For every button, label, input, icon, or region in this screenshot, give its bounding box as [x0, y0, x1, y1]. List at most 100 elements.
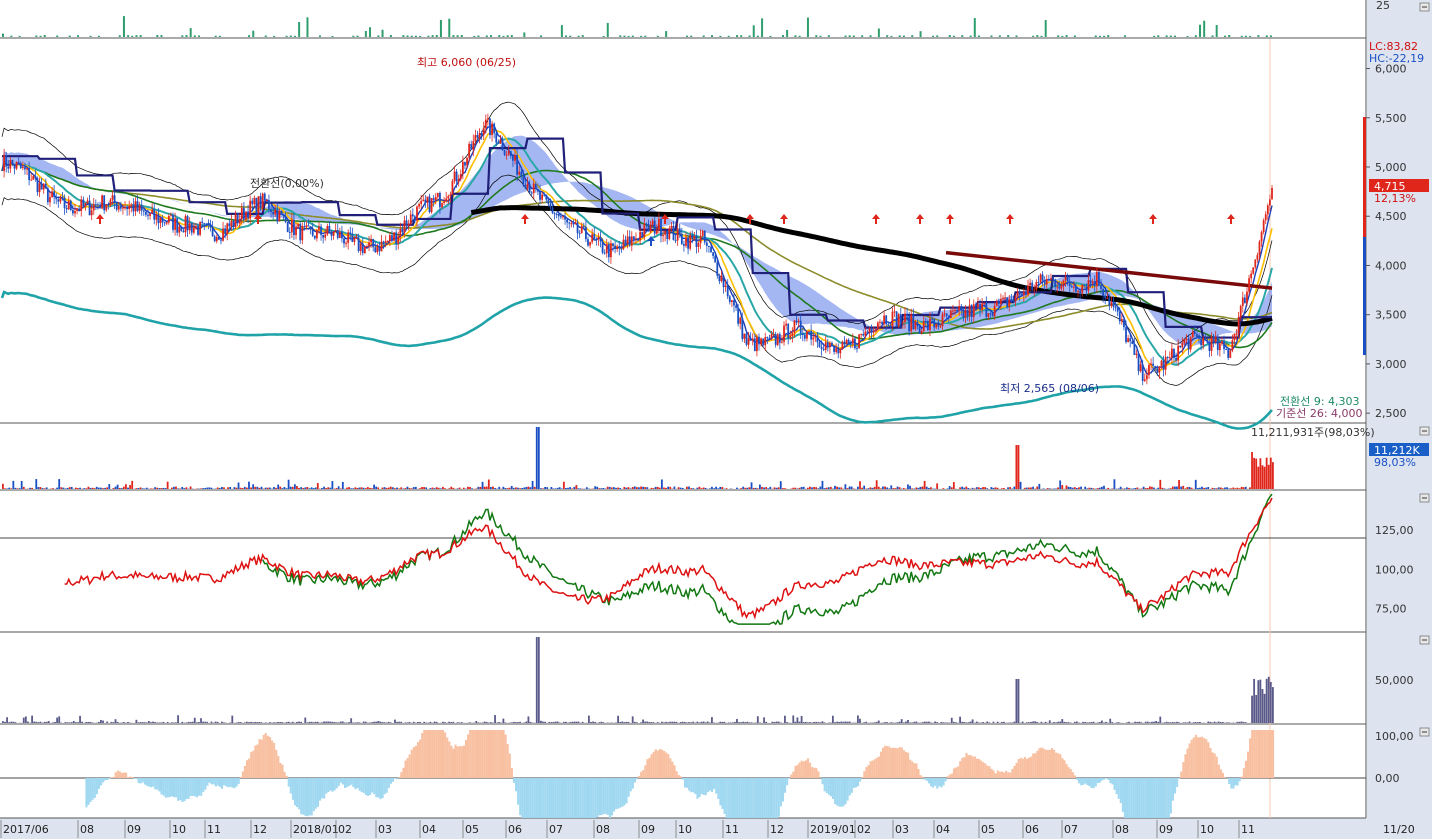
top-volume-bar — [381, 29, 384, 37]
macd-bar — [831, 778, 835, 799]
foreign-volume-bar — [154, 722, 157, 723]
macd-bar — [1217, 764, 1220, 778]
macd-tick-label: 0,00 — [1375, 772, 1400, 785]
candle-body — [879, 321, 881, 323]
volume-bar — [1184, 488, 1187, 489]
candle-body — [968, 305, 971, 316]
macd-bar — [519, 778, 522, 816]
foreign-volume-bar — [1155, 721, 1158, 723]
volume-bar — [542, 488, 544, 489]
candle-body — [1112, 302, 1115, 307]
macd-bar — [348, 778, 351, 786]
macd-bar — [942, 778, 945, 786]
volume-bar — [867, 488, 870, 489]
foreign-volume-bar — [1021, 721, 1024, 723]
volume-bar — [681, 487, 684, 489]
top-volume-bar — [427, 35, 430, 37]
candle-body — [163, 222, 166, 224]
foreign-volume-bar — [1163, 722, 1166, 723]
volume-bar — [982, 487, 984, 489]
volume-bar — [1249, 487, 1251, 489]
candle-body — [259, 196, 262, 209]
candle-body — [937, 324, 940, 327]
macd-bar — [890, 748, 893, 778]
volume-bar — [279, 486, 282, 489]
panel-close-button[interactable] — [1419, 635, 1430, 645]
volume-bar — [834, 485, 836, 489]
panel-close-button[interactable] — [1419, 493, 1430, 503]
macd-bar — [1157, 778, 1160, 818]
macd-bar — [421, 733, 424, 778]
foreign-volume-bar — [1153, 721, 1155, 723]
macd-bar — [848, 778, 851, 796]
panel-close-button[interactable] — [1419, 426, 1430, 436]
candle-body — [101, 195, 103, 209]
macd-bar — [875, 757, 878, 778]
foreign-volume-bar — [736, 718, 738, 723]
foreign-volume-bar — [1217, 721, 1220, 723]
x-axis-label: 07 — [1064, 823, 1078, 836]
volume-bar — [127, 487, 129, 489]
macd-bar — [1113, 778, 1116, 790]
candle-body — [945, 313, 948, 316]
candle-body — [270, 209, 272, 213]
foreign-volume-bar — [802, 722, 805, 723]
candle-body — [228, 223, 231, 227]
macd-bar — [744, 778, 747, 818]
macd-bar — [143, 778, 146, 785]
foreign-volume-bar — [412, 721, 415, 723]
macd-bar — [1196, 737, 1200, 778]
volume-bar — [302, 487, 305, 489]
foreign-volume-bar — [285, 722, 288, 723]
range-bar-red — [1363, 117, 1366, 237]
volume-bar — [896, 486, 899, 489]
macd-bar — [521, 778, 524, 818]
foreign-volume-bar — [89, 721, 92, 723]
top-volume-bar — [794, 35, 797, 37]
volume-bar — [229, 486, 232, 489]
macd-bar — [980, 760, 983, 778]
macd-bar — [548, 778, 551, 818]
panel-close-button[interactable] — [1419, 2, 1430, 12]
macd-bar — [950, 773, 953, 778]
candle-body — [355, 237, 358, 239]
volume-bar — [806, 487, 809, 489]
volume-bar — [758, 484, 761, 489]
candle-body — [970, 305, 973, 317]
macd-bar — [500, 730, 503, 778]
volume-bar — [660, 479, 663, 489]
macd-bar — [767, 778, 770, 818]
volume-bar — [929, 487, 932, 489]
volume-bar — [414, 486, 417, 489]
candle-body — [582, 225, 585, 227]
volume-bar — [160, 488, 163, 489]
volume-bar — [602, 487, 605, 489]
macd-bar — [523, 778, 526, 818]
top-volume-bar — [318, 35, 321, 37]
macd-bar — [471, 730, 474, 778]
top-volume-bar — [748, 35, 751, 37]
foreign-volume-bar — [921, 722, 924, 723]
volume-bar — [1240, 486, 1243, 489]
foreign-volume-bar — [398, 721, 401, 723]
volume-bar — [827, 487, 830, 489]
volume-bar — [467, 486, 469, 489]
top-volume-bar — [89, 35, 92, 37]
panel-close-button[interactable] — [1419, 727, 1430, 737]
volume-bar — [1186, 487, 1189, 489]
macd-bar — [362, 778, 365, 793]
macd-bar — [1238, 778, 1241, 782]
macd-bar — [940, 778, 943, 788]
candle-body — [443, 201, 446, 204]
macd-bar — [998, 771, 1001, 778]
candle-body — [837, 348, 840, 354]
foreign-volume-bar — [996, 721, 999, 723]
macd-bar — [721, 778, 724, 809]
volume-bar — [492, 486, 494, 489]
macd-bar — [600, 778, 603, 816]
candle-body — [572, 223, 575, 225]
candle-body — [334, 230, 337, 232]
volume-bar — [1090, 487, 1093, 489]
macd-bar — [1071, 772, 1074, 778]
macd-bar — [769, 778, 772, 818]
